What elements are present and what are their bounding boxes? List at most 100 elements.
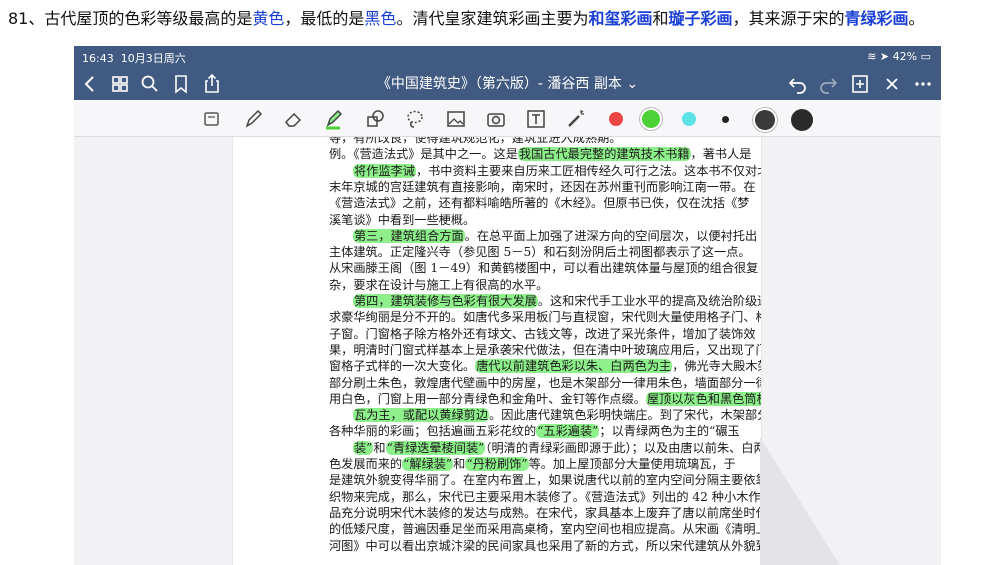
page-gutter: [760, 137, 941, 565]
text-icon[interactable]: [523, 106, 549, 132]
wifi-icon: ≋: [867, 50, 877, 63]
page-line: 窗格子式样的一次大变化。唐代以前建筑色彩以朱、白两色为主，佛光寺大殿木架: [329, 357, 762, 375]
image-icon[interactable]: [443, 106, 469, 132]
pdf-page[interactable]: 等，有所改良，使得建筑规范化，建筑业进入成熟期。 例。《营造法式》是其中之一。这是…: [232, 137, 762, 565]
page-line: 将作监李诫，书中资料主要来自历来工匠相传经久可行之法。这本书不仅对北宋: [353, 162, 762, 180]
battery-icon: ▭: [920, 50, 931, 63]
document-area[interactable]: 等，有所改良，使得建筑规范化，建筑业进入成熟期。 例。《营造法式》是其中之一。这是…: [74, 137, 941, 565]
page-line: 杂，要求在设计与施工上有很高的水平。: [329, 276, 548, 294]
more-icon[interactable]: [910, 71, 936, 97]
highlight-span: “青绿迭晕棱间装”: [385, 440, 486, 455]
page-line: 果，明清时门窗式样基本上是承袭宋代做法，但在清中叶玻璃应用后，又出现了门: [329, 341, 761, 359]
text-span: 等，有所改良，使得建筑规范化，建筑业进入成熟期。: [329, 137, 622, 145]
text-span: 和: [453, 457, 466, 471]
nav-bar: 《中国建筑史》（第六版）- 潘谷西 副本 ⌄: [74, 68, 941, 100]
undo-icon[interactable]: [785, 71, 811, 97]
grid-icon[interactable]: [107, 71, 133, 97]
text-span: 溪笔谈》中看到一些梗概。: [329, 212, 476, 227]
color-green-swatch[interactable]: [642, 110, 660, 128]
question-seg: 古代屋顶的色彩等级最高的是: [44, 9, 253, 28]
camera-icon[interactable]: [483, 106, 509, 132]
text-span: （明清的青绿彩画即源于此）；以及由唐以前朱、白两: [485, 440, 762, 455]
page-line: 瓦为主，或配以黄绿剪边。因此唐代建筑色彩明快端庄。到了宋代，木架部分采用: [353, 406, 761, 424]
page-line: 例。《营造法式》是其中之一。这是我国古代最完整的建筑技术书籍，著书人是: [329, 145, 751, 163]
laser-pointer-icon[interactable]: [563, 106, 589, 132]
answer-highest: 黄色: [252, 9, 285, 28]
status-right: ≋ ➤ 42% ▭: [867, 50, 931, 63]
page-line: 第三，建筑组合方面。在总平面上加强了进深方向的空间层次，以便衬托出: [353, 227, 757, 245]
app-window: 16:43 10月3日周六 ≋ ➤ 42% ▭ 《中国建筑史》（第六版）- 潘谷…: [74, 46, 941, 565]
page-line: 装”和“青绿迭晕棱间装”（明清的青绿彩画即源于此）；以及由唐以前朱、白两: [353, 439, 762, 457]
text-span: 窗格子式样的一次大变化。: [329, 359, 476, 374]
status-bar: 16:43 10月3日周六 ≋ ➤ 42% ▭: [74, 46, 941, 68]
lasso-icon[interactable]: [402, 106, 428, 132]
highlight-span: 唐代以前建筑色彩以朱、白两色为主: [475, 359, 673, 374]
size-small-swatch[interactable]: [722, 116, 729, 123]
location-icon: ➤: [879, 50, 890, 63]
redo-icon[interactable]: [815, 71, 841, 97]
text-span: ，佛光寺大殿木架: [672, 359, 762, 374]
doc-icon[interactable]: [198, 106, 224, 132]
size-large-swatch[interactable]: [791, 109, 813, 131]
highlight-span: 屋顶以灰色和黑色筒板: [645, 391, 761, 406]
back-icon[interactable]: [78, 71, 104, 97]
page-line: 末年京城的宫廷建筑有直接影响，南宋时，还因在苏州重刊而影响江南一带。在: [329, 178, 756, 196]
page-line: 色发展而来的“解绿装”和“丹粉刷饰”等。加上屋顶部分大量使用琉璃瓦，于: [329, 455, 736, 473]
add-page-icon[interactable]: [847, 71, 873, 97]
bookmark-icon[interactable]: [168, 71, 194, 97]
page-line: 《营造法式》之前，还有都料喻皓所著的《木经》。但原书已佚，仅在沈括《梦: [329, 194, 749, 212]
highlight-span: “丹粉刷饰”: [465, 457, 529, 471]
page-line: 的低矮尺度，普遍因垂足坐而采用高桌椅，室内空间也相应提高。从宋画《清明上: [329, 520, 762, 538]
highlight-span: “解绿装”: [402, 457, 454, 471]
highlight-span: 装”: [353, 440, 374, 455]
page-line: 用白色，门窗上用一部分青绿色和金角叶、金钉等作点缀。屋顶以灰色和黑色筒板: [329, 390, 761, 408]
page-line: 第四，建筑装修与色彩有很大发展。这和宋代手工业水平的提高及统治阶级追: [353, 292, 761, 310]
answer-hexi: 和玺彩画: [588, 9, 653, 28]
page-line: 织物来完成，那么，宋代已主要采用木装修了。《营造法式》列出的 42 种小木作制: [329, 488, 762, 506]
share-icon[interactable]: [199, 71, 225, 97]
color-cyan-swatch[interactable]: [682, 112, 696, 126]
text-span: 河图》中可以看出京城汴梁的民间家具也采用了新的方式，所以宋代建筑从外貌到: [329, 538, 762, 553]
text-span: 子窗。门窗格子除方格外还有球文、古钱文等，改进了采光条件，增加了装饰效: [329, 326, 756, 341]
text-span: 求豪华绚丽是分不开的。如唐代多采用板门与直棂窗，宋代则大量使用格子门、格: [329, 310, 762, 325]
text-span: ，著书人是: [690, 147, 752, 162]
page-line: 求豪华绚丽是分不开的。如唐代多采用板门与直棂窗，宋代则大量使用格子门、格: [329, 308, 762, 326]
page-line: 河图》中可以看出京城汴梁的民间家具也采用了新的方式，所以宋代建筑从外貌到: [329, 537, 762, 555]
question-seg: 。: [908, 9, 925, 28]
page-curl-shadow: [760, 437, 840, 565]
text-span: 例。《营造法式》是其中之一。这是: [329, 147, 518, 162]
question-seg: ，最低的是: [284, 9, 365, 28]
text-span: 从宋画滕王阁（图 1－49）和黄鹤楼图中，可以看出建筑体量与屋顶的组合很复: [329, 261, 759, 276]
question-seg: 。清代皇家建筑彩画主要为: [396, 9, 589, 28]
text-span: 用白色，门窗上用一部分青绿色和金角叶、金钉等作点缀。: [329, 391, 646, 406]
color-red-swatch[interactable]: [609, 112, 623, 126]
status-time: 16:43 10月3日周六: [82, 50, 186, 66]
page-line: 各种华丽的彩画；包括遍画五彩花纹的“五彩遍装”；以青绿两色为主的“碾玉: [329, 422, 740, 440]
question-number: 81、: [8, 9, 45, 28]
text-span: 织物来完成，那么，宋代已主要采用木装修了。《营造法式》列出的 42 种小木作制: [329, 489, 762, 504]
date-text: 10月3日周六: [120, 52, 186, 65]
text-span: ；以青绿两色为主的“碾玉: [599, 424, 740, 439]
pen-icon[interactable]: [240, 106, 266, 132]
text-span: 是建筑外貌变得华丽了。在室内布置上，如果说唐代以前的室内空间分隔主要依靠: [329, 473, 762, 488]
page-line: 子窗。门窗格子除方格外还有球文、古钱文等，改进了采光条件，增加了装饰效: [329, 325, 756, 343]
page-line: 从宋画滕王阁（图 1－49）和黄鹤楼图中，可以看出建筑体量与屋顶的组合很复: [329, 259, 758, 277]
highlighter-icon[interactable]: [320, 106, 346, 132]
close-icon[interactable]: [879, 71, 905, 97]
text-span: 等。加上屋顶部分大量使用琉璃瓦，于: [528, 457, 736, 471]
annotation-toolbar: [74, 100, 941, 137]
text-span: 的低矮尺度，普遍因垂足坐而采用高桌椅，室内空间也相应提高。从宋画《清明上: [329, 522, 762, 537]
highlight-span: “五彩遍装”: [536, 424, 600, 439]
size-medium-swatch[interactable]: [755, 110, 775, 130]
text-span: 《营造法式》之前，还有都料喻皓所著的《木经》。但原书已佚，仅在沈括《梦: [329, 196, 750, 211]
battery-text: 42%: [892, 50, 918, 63]
highlight-span: 第三，建筑组合方面: [353, 228, 465, 243]
shapes-icon[interactable]: [362, 106, 388, 132]
search-icon[interactable]: [137, 71, 163, 97]
text-span: ，书中资料主要来自历来工匠相传经久可行之法。这本书不仅对北宋: [415, 163, 762, 178]
question-text: 81、古代屋顶的色彩等级最高的是黄色，最低的是黑色。清代皇家建筑彩画主要为和玺彩…: [8, 4, 998, 34]
eraser-icon[interactable]: [280, 106, 306, 132]
text-span: 末年京城的宫廷建筑有直接影响，南宋时，还因在苏州重刊而影响江南一带。在: [329, 179, 756, 194]
highlight-span: 我国古代最完整的建筑技术书籍: [517, 147, 691, 162]
text-span: 。因此唐代建筑色彩明快端庄。到了宋代，木架部分采用: [489, 408, 761, 423]
